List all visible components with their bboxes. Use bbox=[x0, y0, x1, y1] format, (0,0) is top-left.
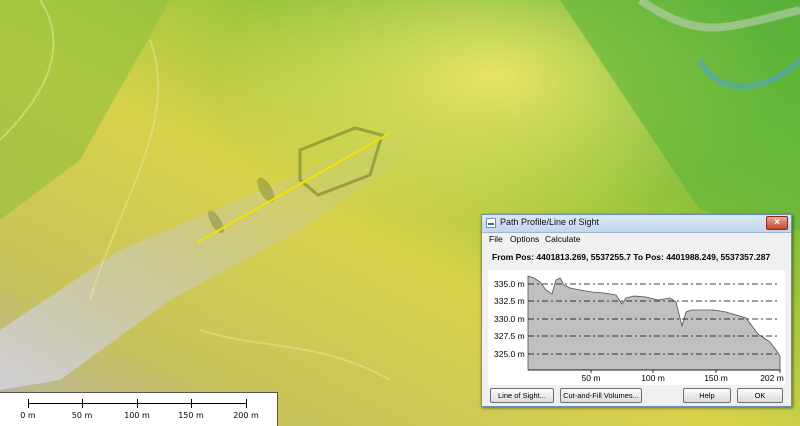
scale-bar: 0 m 50 m 100 m 150 m 200 m bbox=[0, 392, 278, 426]
y-tick-label: 335.0 m bbox=[494, 279, 525, 289]
scale-tick bbox=[191, 399, 192, 408]
scale-tick bbox=[82, 399, 83, 408]
path-profile-dialog: Path Profile/Line of Sight × File Option… bbox=[481, 214, 792, 407]
scale-label: 150 m bbox=[178, 411, 204, 420]
window-icon bbox=[486, 218, 496, 228]
y-tick-label: 332.5 m bbox=[494, 296, 525, 306]
menu-bar: File Options Calculate bbox=[482, 233, 791, 247]
y-tick-label: 327.5 m bbox=[494, 331, 525, 341]
scale-label: 100 m bbox=[124, 411, 150, 420]
scale-tick bbox=[28, 399, 29, 408]
dialog-title: Path Profile/Line of Sight bbox=[500, 217, 600, 227]
ok-button[interactable]: OK bbox=[737, 388, 783, 403]
scale-label: 50 m bbox=[71, 411, 93, 420]
x-tick-label: 150 m bbox=[704, 373, 728, 383]
menu-calculate[interactable]: Calculate bbox=[545, 234, 580, 244]
profile-area bbox=[527, 275, 781, 371]
menu-file[interactable]: File bbox=[489, 234, 503, 244]
cut-and-fill-button[interactable]: Cut-and-Fill Volumes... bbox=[560, 388, 642, 403]
position-readout: From Pos: 4401813.269, 5537255.7 To Pos:… bbox=[492, 252, 771, 262]
scale-label: 0 m bbox=[20, 411, 36, 420]
menu-options[interactable]: Options bbox=[510, 234, 539, 244]
close-button[interactable]: × bbox=[766, 216, 788, 230]
x-tick-label: 202 m bbox=[760, 373, 784, 383]
scale-label: 200 m bbox=[233, 411, 259, 420]
scale-tick bbox=[246, 399, 247, 408]
elevation-profile-plot[interactable]: 335.0 m 332.5 m 330.0 m 327.5 m 325.0 m … bbox=[488, 270, 785, 385]
y-tick-label: 330.0 m bbox=[494, 314, 525, 324]
help-button[interactable]: Help bbox=[683, 388, 731, 403]
line-of-sight-button[interactable]: Line of Sight... bbox=[490, 388, 554, 403]
x-tick-label: 100 m bbox=[641, 373, 665, 383]
scale-tick bbox=[137, 399, 138, 408]
y-tick-label: 325.0 m bbox=[494, 349, 525, 359]
dialog-titlebar[interactable]: Path Profile/Line of Sight × bbox=[482, 215, 791, 233]
x-tick-label: 50 m bbox=[582, 373, 601, 383]
